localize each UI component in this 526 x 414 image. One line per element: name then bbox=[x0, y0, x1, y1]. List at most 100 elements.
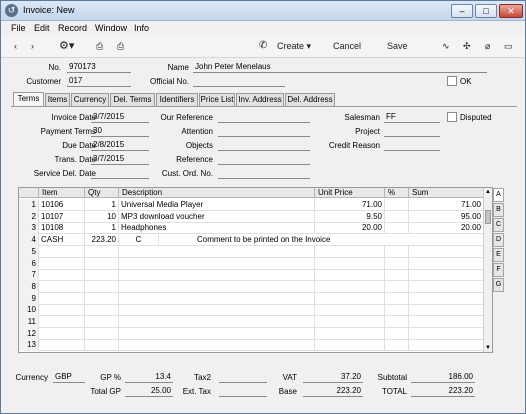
scroll-thumb[interactable] bbox=[485, 210, 491, 224]
cell-unit[interactable]: Comment to be printed on the Invoice bbox=[195, 234, 484, 247]
gear-icon[interactable]: ⚙▾ bbox=[59, 39, 74, 52]
credit-reason-field[interactable] bbox=[384, 140, 440, 151]
cell-pct[interactable] bbox=[385, 339, 409, 352]
cell-sum[interactable] bbox=[409, 280, 484, 293]
menu-info[interactable]: Info bbox=[134, 23, 149, 33]
tab-del-address[interactable]: Del. Address bbox=[285, 93, 335, 106]
tab-inv-address[interactable]: Inv. Address bbox=[236, 93, 284, 106]
expand-icon[interactable]: ✣ bbox=[463, 41, 471, 52]
activity-icon[interactable]: ∿ bbox=[442, 41, 450, 52]
customer-field[interactable]: 017 bbox=[67, 76, 131, 87]
cell-desc[interactable]: C bbox=[119, 234, 159, 247]
cell-pct[interactable] bbox=[385, 327, 409, 340]
col-header-sum[interactable]: Sum bbox=[409, 188, 484, 198]
cell-unit[interactable]: 20.00 bbox=[315, 222, 385, 235]
cell-unit[interactable] bbox=[315, 292, 385, 305]
disputed-checkbox[interactable] bbox=[447, 112, 457, 122]
col-header-qty[interactable]: Qty bbox=[85, 188, 119, 198]
cell-pct[interactable] bbox=[385, 292, 409, 305]
attachment-icon[interactable]: ⌀ bbox=[485, 41, 490, 52]
table-row[interactable]: 7 bbox=[19, 269, 484, 282]
cell-sum[interactable]: 71.00 bbox=[409, 199, 484, 211]
table-row[interactable]: 5 bbox=[19, 245, 484, 258]
cell-item[interactable]: 10106 bbox=[39, 199, 85, 211]
cell-pct[interactable] bbox=[385, 210, 409, 223]
tab-currency[interactable]: Currency bbox=[71, 93, 109, 106]
name-field[interactable]: John Peter Menelaus bbox=[193, 62, 487, 73]
our-reference-field[interactable] bbox=[218, 112, 310, 123]
payment-terms-field[interactable]: 30 bbox=[91, 126, 149, 137]
cell-unit[interactable]: 9.50 bbox=[315, 210, 385, 223]
menu-file[interactable]: File bbox=[11, 23, 26, 33]
official-no-field[interactable] bbox=[193, 76, 285, 87]
menu-window[interactable]: Window bbox=[95, 23, 127, 33]
cell-qty[interactable]: 1 bbox=[85, 199, 119, 211]
cell-sum[interactable] bbox=[409, 257, 484, 270]
cell-item[interactable] bbox=[39, 280, 85, 293]
cell-qty[interactable] bbox=[85, 269, 119, 282]
tab-identifiers[interactable]: Identifiers bbox=[156, 93, 198, 106]
cell-sum[interactable]: 95.00 bbox=[409, 210, 484, 223]
menu-edit[interactable]: Edit bbox=[34, 23, 50, 33]
cell-qty[interactable]: 1 bbox=[85, 222, 119, 235]
cell-item[interactable] bbox=[39, 292, 85, 305]
cell-qty[interactable] bbox=[85, 316, 119, 328]
col-header-unit-price[interactable]: Unit Price bbox=[315, 188, 385, 198]
cell-item[interactable]: 10108 bbox=[39, 222, 85, 235]
cell-qty[interactable] bbox=[85, 304, 119, 317]
invoice-date-field[interactable]: 3/7/2015 bbox=[91, 112, 149, 123]
cell-sum[interactable] bbox=[409, 245, 484, 258]
cell-unit[interactable] bbox=[315, 304, 385, 317]
cell-pct[interactable] bbox=[385, 280, 409, 293]
scroll-down-icon[interactable]: ▼ bbox=[485, 345, 491, 351]
cell-sum[interactable]: 20.00 bbox=[409, 222, 484, 235]
cell-pct[interactable] bbox=[385, 222, 409, 235]
cell-sum[interactable] bbox=[409, 339, 484, 352]
cell-qty[interactable] bbox=[85, 257, 119, 270]
scroll-up-icon[interactable]: ▲ bbox=[485, 189, 491, 195]
cell-item[interactable] bbox=[39, 316, 85, 328]
ok-checkbox[interactable] bbox=[447, 76, 457, 86]
cell-qty[interactable] bbox=[85, 292, 119, 305]
table-row[interactable]: 6 bbox=[19, 257, 484, 270]
cancel-button[interactable]: Cancel bbox=[333, 41, 361, 51]
cell-sum[interactable] bbox=[409, 269, 484, 282]
side-tab-g[interactable]: G bbox=[493, 278, 504, 292]
cell-unit[interactable] bbox=[315, 339, 385, 352]
no-field[interactable]: 970173 bbox=[67, 62, 131, 73]
cell-sum[interactable] bbox=[409, 304, 484, 317]
phone-icon[interactable]: ✆ bbox=[259, 40, 267, 51]
cell-desc[interactable]: Universal Media Player bbox=[119, 199, 315, 211]
cell-desc[interactable] bbox=[119, 257, 315, 270]
cell-pct[interactable] bbox=[385, 199, 409, 211]
table-row[interactable]: 1 10106 1 Universal Media Player 71.00 71.00 bbox=[19, 199, 484, 211]
side-tab-d[interactable]: D bbox=[493, 233, 504, 247]
col-header-description[interactable]: Description bbox=[119, 188, 315, 198]
cell-item[interactable] bbox=[39, 257, 85, 270]
maximize-button[interactable]: □ bbox=[475, 4, 497, 18]
print-preview-icon[interactable]: ⎙ bbox=[117, 41, 124, 52]
cell-qty[interactable] bbox=[85, 339, 119, 352]
cell-unit[interactable] bbox=[315, 280, 385, 293]
table-row[interactable]: 8 bbox=[19, 280, 484, 293]
table-row[interactable]: 10 bbox=[19, 304, 484, 317]
cell-desc[interactable]: Headphones bbox=[119, 222, 315, 235]
side-tab-a[interactable]: A bbox=[493, 188, 504, 202]
cell-item[interactable]: 10107 bbox=[39, 210, 85, 223]
cell-pct[interactable] bbox=[385, 316, 409, 328]
cell-item[interactable] bbox=[39, 304, 85, 317]
salesman-field[interactable]: FF bbox=[384, 112, 440, 123]
cell-qty[interactable] bbox=[85, 280, 119, 293]
trans-date-field[interactable]: 3/7/2015 bbox=[91, 154, 149, 165]
cell-item[interactable] bbox=[39, 269, 85, 282]
table-row[interactable]: 11 bbox=[19, 316, 484, 328]
cell-pct[interactable] bbox=[385, 269, 409, 282]
cell-qty[interactable]: 223.20 bbox=[85, 234, 119, 247]
cell-desc[interactable] bbox=[119, 280, 315, 293]
table-row[interactable]: 12 bbox=[19, 327, 484, 340]
cell-unit[interactable]: 71.00 bbox=[315, 199, 385, 211]
side-tab-e[interactable]: E bbox=[493, 248, 504, 262]
save-button[interactable]: Save bbox=[387, 41, 408, 51]
cell-sum[interactable] bbox=[409, 292, 484, 305]
side-tab-b[interactable]: B bbox=[493, 203, 504, 217]
